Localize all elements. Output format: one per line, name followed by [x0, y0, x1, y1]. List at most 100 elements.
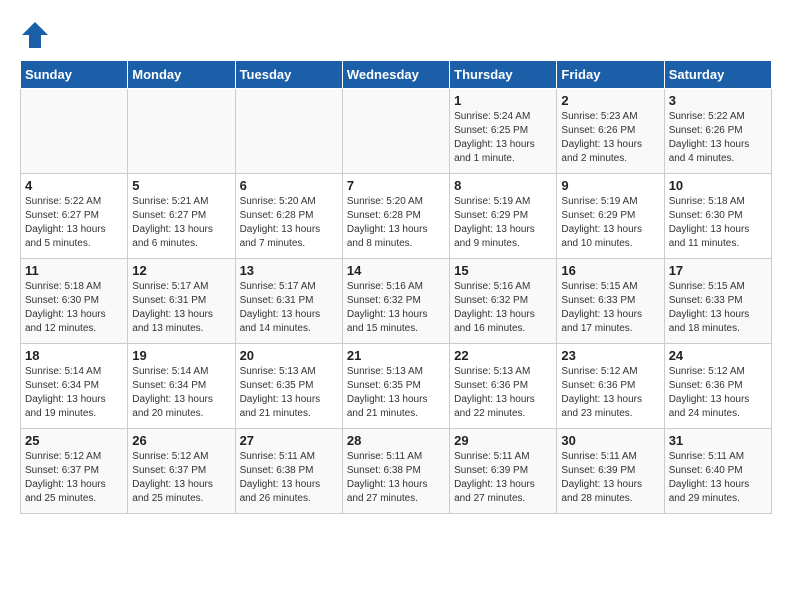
calendar-week-3: 11 Sunrise: 5:18 AM Sunset: 6:30 PM Dayli…: [21, 259, 772, 344]
day-number: 13: [240, 263, 338, 278]
day-number: 31: [669, 433, 767, 448]
calendar-cell: 4 Sunrise: 5:22 AM Sunset: 6:27 PM Daylig…: [21, 174, 128, 259]
logo-icon: [20, 20, 50, 50]
day-info: Sunrise: 5:11 AM Sunset: 6:38 PM Dayligh…: [347, 450, 445, 506]
calendar-cell: 5Sunrise: 5:21 AM Sunset: 6:27 PM Daylig…: [128, 174, 235, 259]
weekday-header-tuesday: Tuesday: [235, 61, 342, 89]
calendar-cell: 26 Sunrise: 5:12 AM Sunset: 6:37 PM Dayli…: [128, 429, 235, 514]
day-number: 25: [25, 433, 123, 448]
day-number: 10: [669, 178, 767, 193]
day-number: 7: [347, 178, 445, 193]
calendar-header: SundayMondayTuesdayWednesdayThursdayFrid…: [21, 61, 772, 89]
day-number: 24: [669, 348, 767, 363]
logo: [20, 20, 54, 50]
calendar-cell: 9Sunrise: 5:19 AM Sunset: 6:29 PM Daylig…: [557, 174, 664, 259]
day-number: 22: [454, 348, 552, 363]
day-info: Sunrise: 5:12 AM Sunset: 6:37 PM Dayligh…: [132, 450, 230, 506]
calendar-cell: 3Sunrise: 5:22 AM Sunset: 6:26 PM Daylig…: [664, 89, 771, 174]
day-info: Sunrise: 5:15 AM Sunset: 6:33 PM Dayligh…: [669, 280, 767, 336]
day-info: Sunrise: 5:18 AM Sunset: 6:30 PM Dayligh…: [669, 195, 767, 251]
calendar-cell: 15 Sunrise: 5:16 AM Sunset: 6:32 PM Dayli…: [450, 259, 557, 344]
day-number: 15: [454, 263, 552, 278]
day-info: Sunrise: 5:20 AM Sunset: 6:28 PM Dayligh…: [240, 195, 338, 251]
day-info: Sunrise: 5:11 AM Sunset: 6:39 PM Dayligh…: [561, 450, 659, 506]
day-info: Sunrise: 5:16 AM Sunset: 6:32 PM Dayligh…: [347, 280, 445, 336]
calendar-cell: [342, 89, 449, 174]
day-number: 18: [25, 348, 123, 363]
calendar-cell: 27Sunrise: 5:11 AM Sunset: 6:38 PM Dayli…: [235, 429, 342, 514]
day-number: 6: [240, 178, 338, 193]
calendar-cell: 10 Sunrise: 5:18 AM Sunset: 6:30 PM Dayli…: [664, 174, 771, 259]
calendar-cell: 31 Sunrise: 5:11 AM Sunset: 6:40 PM Dayli…: [664, 429, 771, 514]
calendar-cell: 29 Sunrise: 5:11 AM Sunset: 6:39 PM Dayli…: [450, 429, 557, 514]
calendar-cell: 12 Sunrise: 5:17 AM Sunset: 6:31 PM Dayli…: [128, 259, 235, 344]
day-info: Sunrise: 5:16 AM Sunset: 6:32 PM Dayligh…: [454, 280, 552, 336]
weekday-header-monday: Monday: [128, 61, 235, 89]
day-number: 19: [132, 348, 230, 363]
day-number: 8: [454, 178, 552, 193]
calendar: SundayMondayTuesdayWednesdayThursdayFrid…: [20, 60, 772, 514]
day-number: 20: [240, 348, 338, 363]
calendar-week-5: 25 Sunrise: 5:12 AM Sunset: 6:37 PM Dayli…: [21, 429, 772, 514]
weekday-header-thursday: Thursday: [450, 61, 557, 89]
weekday-row: SundayMondayTuesdayWednesdayThursdayFrid…: [21, 61, 772, 89]
calendar-cell: 6 Sunrise: 5:20 AM Sunset: 6:28 PM Daylig…: [235, 174, 342, 259]
day-info: Sunrise: 5:11 AM Sunset: 6:39 PM Dayligh…: [454, 450, 552, 506]
day-info: Sunrise: 5:11 AM Sunset: 6:40 PM Dayligh…: [669, 450, 767, 506]
calendar-cell: 30 Sunrise: 5:11 AM Sunset: 6:39 PM Dayli…: [557, 429, 664, 514]
day-info: Sunrise: 5:13 AM Sunset: 6:35 PM Dayligh…: [240, 365, 338, 421]
calendar-cell: 28 Sunrise: 5:11 AM Sunset: 6:38 PM Dayli…: [342, 429, 449, 514]
calendar-cell: 11 Sunrise: 5:18 AM Sunset: 6:30 PM Dayli…: [21, 259, 128, 344]
calendar-cell: 14 Sunrise: 5:16 AM Sunset: 6:32 PM Dayli…: [342, 259, 449, 344]
day-info: Sunrise: 5:19 AM Sunset: 6:29 PM Dayligh…: [561, 195, 659, 251]
calendar-cell: 7 Sunrise: 5:20 AM Sunset: 6:28 PM Daylig…: [342, 174, 449, 259]
day-number: 28: [347, 433, 445, 448]
day-number: 2: [561, 93, 659, 108]
day-info: Sunrise: 5:12 AM Sunset: 6:36 PM Dayligh…: [669, 365, 767, 421]
calendar-cell: 13Sunrise: 5:17 AM Sunset: 6:31 PM Dayli…: [235, 259, 342, 344]
day-info: Sunrise: 5:14 AM Sunset: 6:34 PM Dayligh…: [132, 365, 230, 421]
day-info: Sunrise: 5:15 AM Sunset: 6:33 PM Dayligh…: [561, 280, 659, 336]
calendar-cell: 8 Sunrise: 5:19 AM Sunset: 6:29 PM Daylig…: [450, 174, 557, 259]
calendar-week-1: 1 Sunrise: 5:24 AM Sunset: 6:25 PM Daylig…: [21, 89, 772, 174]
calendar-cell: 24 Sunrise: 5:12 AM Sunset: 6:36 PM Dayli…: [664, 344, 771, 429]
calendar-cell: [128, 89, 235, 174]
calendar-cell: 19 Sunrise: 5:14 AM Sunset: 6:34 PM Dayli…: [128, 344, 235, 429]
day-info: Sunrise: 5:12 AM Sunset: 6:36 PM Dayligh…: [561, 365, 659, 421]
day-number: 4: [25, 178, 123, 193]
day-number: 26: [132, 433, 230, 448]
day-number: 11: [25, 263, 123, 278]
day-info: Sunrise: 5:23 AM Sunset: 6:26 PM Dayligh…: [561, 110, 659, 166]
day-number: 29: [454, 433, 552, 448]
day-number: 12: [132, 263, 230, 278]
day-info: Sunrise: 5:18 AM Sunset: 6:30 PM Dayligh…: [25, 280, 123, 336]
calendar-cell: 18 Sunrise: 5:14 AM Sunset: 6:34 PM Dayli…: [21, 344, 128, 429]
day-info: Sunrise: 5:20 AM Sunset: 6:28 PM Dayligh…: [347, 195, 445, 251]
day-info: Sunrise: 5:14 AM Sunset: 6:34 PM Dayligh…: [25, 365, 123, 421]
day-number: 30: [561, 433, 659, 448]
weekday-header-sunday: Sunday: [21, 61, 128, 89]
day-info: Sunrise: 5:24 AM Sunset: 6:25 PM Dayligh…: [454, 110, 552, 166]
calendar-week-2: 4 Sunrise: 5:22 AM Sunset: 6:27 PM Daylig…: [21, 174, 772, 259]
day-number: 1: [454, 93, 552, 108]
weekday-header-friday: Friday: [557, 61, 664, 89]
day-info: Sunrise: 5:17 AM Sunset: 6:31 PM Dayligh…: [132, 280, 230, 336]
day-info: Sunrise: 5:19 AM Sunset: 6:29 PM Dayligh…: [454, 195, 552, 251]
calendar-cell: 22Sunrise: 5:13 AM Sunset: 6:36 PM Dayli…: [450, 344, 557, 429]
weekday-header-saturday: Saturday: [664, 61, 771, 89]
day-number: 3: [669, 93, 767, 108]
day-number: 16: [561, 263, 659, 278]
day-number: 14: [347, 263, 445, 278]
calendar-cell: 23 Sunrise: 5:12 AM Sunset: 6:36 PM Dayli…: [557, 344, 664, 429]
day-info: Sunrise: 5:22 AM Sunset: 6:27 PM Dayligh…: [25, 195, 123, 251]
calendar-cell: 2 Sunrise: 5:23 AM Sunset: 6:26 PM Daylig…: [557, 89, 664, 174]
day-number: 23: [561, 348, 659, 363]
day-info: Sunrise: 5:21 AM Sunset: 6:27 PM Dayligh…: [132, 195, 230, 251]
calendar-cell: 16 Sunrise: 5:15 AM Sunset: 6:33 PM Dayli…: [557, 259, 664, 344]
day-info: Sunrise: 5:12 AM Sunset: 6:37 PM Dayligh…: [25, 450, 123, 506]
day-number: 21: [347, 348, 445, 363]
day-info: Sunrise: 5:11 AM Sunset: 6:38 PM Dayligh…: [240, 450, 338, 506]
calendar-cell: [21, 89, 128, 174]
calendar-cell: 21Sunrise: 5:13 AM Sunset: 6:35 PM Dayli…: [342, 344, 449, 429]
calendar-body: 1 Sunrise: 5:24 AM Sunset: 6:25 PM Daylig…: [21, 89, 772, 514]
